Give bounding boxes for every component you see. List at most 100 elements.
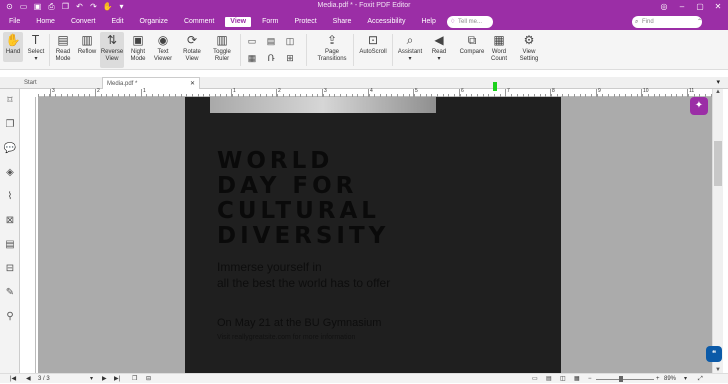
tags-icon[interactable]: ✎ [0,281,20,305]
layers-icon[interactable]: ◈ [0,161,20,185]
pdf-page[interactable]: WORLD DAY FOR CULTURAL DIVERSITY Immerse… [185,97,561,373]
window-controls: ◎ – ▢ ✕ [658,1,724,12]
zoom-slider[interactable] [596,379,654,380]
assistant-button[interactable]: ⌕ Assistant ▾ [396,32,424,63]
subtitle-line: Immerse yourself in [217,260,322,274]
reverse-view-label: Reverse View [100,49,124,62]
night-mode-icon: ▣ [132,33,144,47]
night-mode-button[interactable]: ▣ Night Mode [127,32,149,63]
menu-item-help[interactable]: Help [416,17,440,27]
visit-info: Visit reallygreatsite.com for more infor… [217,334,356,341]
comments-icon[interactable]: 💬 [0,137,20,161]
ruler-label: 3 [324,88,327,94]
hand-icon: ✋ [5,33,21,47]
minimize-icon[interactable]: – [676,1,688,12]
scroll-up-icon[interactable]: ▲ [713,89,723,95]
find-box[interactable]: ⌕ Find ⌃ [632,16,702,28]
hand-button[interactable]: ✋ Hand [3,32,23,62]
reflow-icon: ▥ [81,33,93,47]
maximize-icon[interactable]: ▢ [694,1,706,12]
text-viewer-button[interactable]: ◉ Text Viewer [151,32,175,63]
ruler-label: 2 [97,88,100,94]
vertical-scrollbar[interactable]: ▲ ▼ [712,89,723,373]
ribbon-separator [240,34,241,66]
ruler-label: 2 [278,88,281,94]
content-icon[interactable]: ⊟ [0,257,20,281]
tell-me-placeholder: Tell me... [458,19,483,25]
split-view-icon[interactable]: Ռ [265,52,277,64]
ruler-label: 6 [461,88,464,94]
tell-me-box[interactable]: ♢ Tell me... [447,16,493,28]
tab-media[interactable]: Media.pdf * ✕ [102,77,200,89]
scroll-thumb[interactable] [714,141,722,186]
compare-button[interactable]: ⧉ Compare [457,32,487,56]
text-viewer-icon: ◉ [157,33,169,47]
signature-icon[interactable]: ▤ [0,233,20,257]
read-button[interactable]: ◀ Read ▾ [428,32,450,63]
find-options-icon[interactable]: ⌃ [697,16,702,28]
hand-label: Hand [5,49,21,55]
cover-page-icon[interactable]: ▦ [246,52,258,64]
ribbon-separator [49,34,50,66]
toggle-ruler-button[interactable]: ▥ Toggle Ruler [210,32,234,63]
reflow-button[interactable]: ▥ Reflow [76,32,98,56]
facing-page-icon[interactable]: ◫ [284,35,296,47]
toggle-ruler-label: Toggle Ruler [213,49,231,62]
menu-item-view[interactable]: View [225,17,252,27]
read-mode-button[interactable]: ▤ Read Mode [53,32,73,63]
menu-item-convert[interactable]: Convert [66,17,101,27]
chat-assistant-icon[interactable]: ❝ [706,346,722,362]
select-button[interactable]: Ꭲ Select ▾ [26,32,46,63]
attachments-icon[interactable]: ⌇ [0,185,20,209]
menu-item-protect[interactable]: Protect [289,17,321,27]
horizontal-ruler: 3 2 1 1 2 3 4 5 6 7 8 9 10 11 [38,82,713,97]
tab-start-label: Start [24,80,37,86]
autoscroll-button[interactable]: ⊡ AutoScroll [357,32,389,56]
menu-item-home[interactable]: Home [31,17,60,27]
ribbon-separator [392,34,393,66]
headline-line: WORLD [217,148,334,174]
word-count-button[interactable]: ▦ Word Count [488,32,510,63]
tip-lightbulb-icon[interactable]: ✦ [690,97,708,115]
read-mode-label: Read Mode [55,49,71,62]
zoom-slider-thumb[interactable] [619,376,623,382]
document-workspace: WORLD DAY FOR CULTURAL DIVERSITY Immerse… [38,97,712,373]
menu-items: File Home Convert Edit Organize Comment View Fo… [4,17,447,27]
account-icon[interactable]: ◎ [658,1,670,12]
continuous-page-icon[interactable]: ▤ [265,35,277,47]
subtitle: Immerse yourself in all the best the wor… [217,259,390,291]
pages-icon[interactable]: ❐ [0,113,20,137]
word-count-icon: ▦ [493,33,505,47]
ruler-label: 5 [415,88,418,94]
rotate-view-button[interactable]: ⟳ Rotate View [180,32,204,63]
ruler-marker[interactable] [493,82,497,91]
rotate-view-label: Rotate View [183,49,201,62]
word-count-label: Word Count [490,49,507,62]
menu-item-edit[interactable]: Edit [106,17,128,27]
menu-item-comment[interactable]: Comment [179,17,219,27]
select-label: Select [27,49,45,55]
close-icon[interactable]: ✕ [712,1,724,12]
tab-media-label: Media.pdf * [107,81,138,87]
menu-item-form[interactable]: Form [257,17,283,27]
rotate-icon: ⟳ [186,33,198,47]
menu-item-file[interactable]: File [4,17,25,27]
tab-start[interactable]: Start [20,77,100,89]
bookmark-icon[interactable]: ⌑ [0,89,20,113]
ruler-label: 1 [233,88,236,94]
reverse-view-button[interactable]: ⇅ Reverse View [100,32,124,68]
page-layout-icon[interactable]: ⊞ [284,52,296,64]
vertical-ruler [28,97,36,373]
menu-item-organize[interactable]: Organize [135,17,173,27]
menu-item-accessibility[interactable]: Accessibility [362,17,410,27]
single-page-icon[interactable]: ▭ [246,35,258,47]
accessibility-icon[interactable]: ⚲ [0,305,20,329]
menu-item-share[interactable]: Share [328,17,357,27]
ruler-label: 8 [552,88,555,94]
window-title: Media.pdf * - Foxit PDF Editor [317,2,411,9]
event-details: On May 21 at the BU Gymnasium [217,317,382,329]
page-transitions-button[interactable]: ⇪ Page Transitions [314,32,350,63]
security-icon[interactable]: ⊠ [0,209,20,233]
view-setting-button[interactable]: ⚙ View Setting [514,32,544,63]
tab-list-icon[interactable]: ▾ [716,77,720,89]
